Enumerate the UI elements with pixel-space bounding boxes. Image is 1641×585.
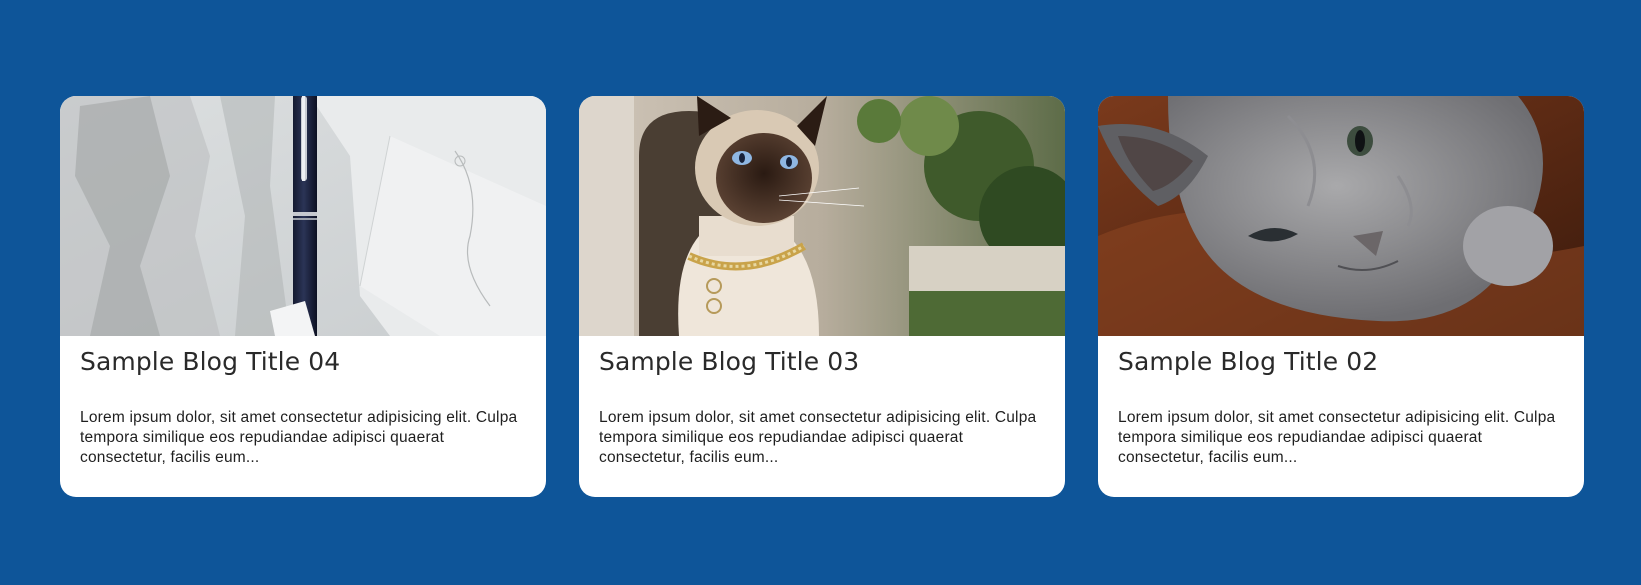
blog-card[interactable]: Sample Blog Title 02 Lorem ipsum dolor, … [1098,96,1584,497]
siamese-cat-photo [579,96,1065,336]
card-title[interactable]: Sample Blog Title 03 [599,346,1045,378]
card-body: Sample Blog Title 04 Lorem ipsum dolor, … [60,336,546,468]
blog-card[interactable]: Sample Blog Title 03 Lorem ipsum dolor, … [579,96,1065,497]
card-excerpt: Lorem ipsum dolor, sit amet consectetur … [80,409,518,466]
card-excerpt: Lorem ipsum dolor, sit amet consectetur … [599,409,1037,466]
pen-on-paper-photo [60,96,546,336]
blog-card-list: Sample Blog Title 04 Lorem ipsum dolor, … [60,96,1584,497]
blog-card[interactable]: Sample Blog Title 04 Lorem ipsum dolor, … [60,96,546,497]
card-title[interactable]: Sample Blog Title 04 [80,346,526,378]
gray-cat-photo [1098,96,1584,336]
card-title[interactable]: Sample Blog Title 02 [1118,346,1564,378]
card-body: Sample Blog Title 02 Lorem ipsum dolor, … [1098,336,1584,468]
card-body: Sample Blog Title 03 Lorem ipsum dolor, … [579,336,1065,468]
card-excerpt: Lorem ipsum dolor, sit amet consectetur … [1118,409,1556,466]
